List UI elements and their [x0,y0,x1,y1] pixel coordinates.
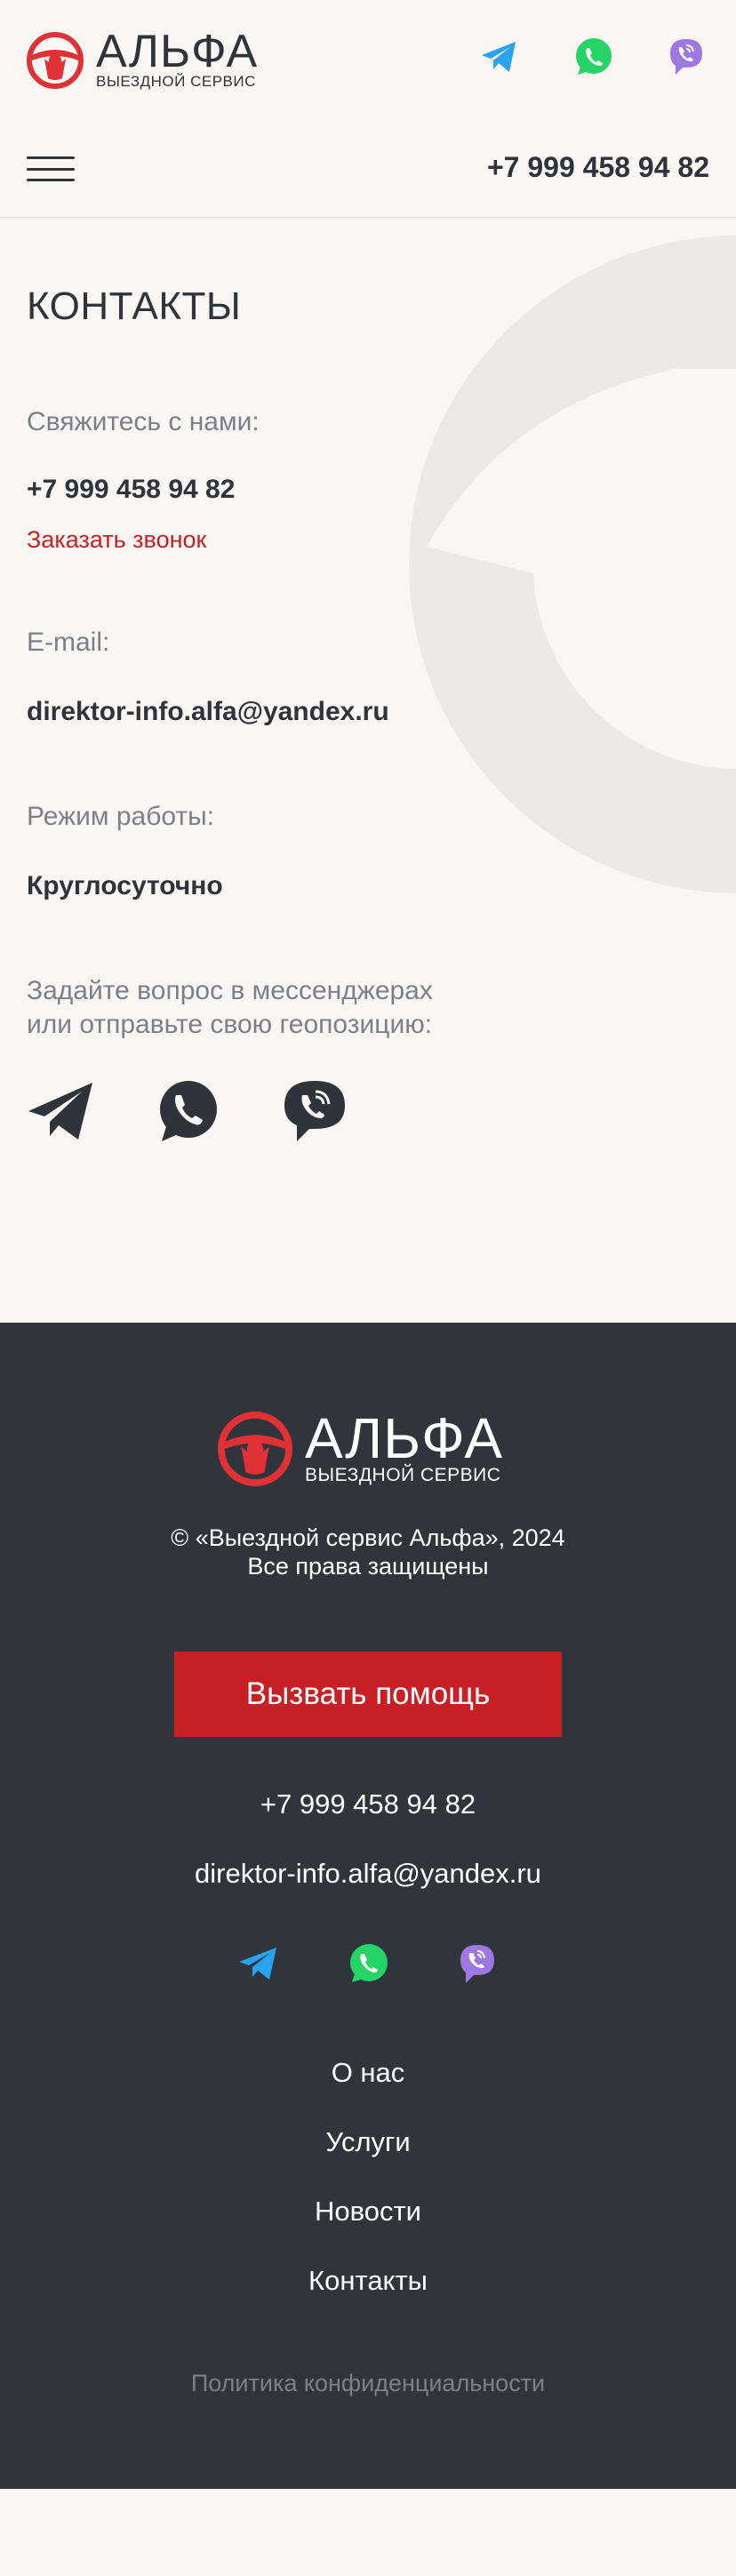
messenger-prompt-line-2: или отправьте свою геопозицию: [27,1010,433,1039]
page-title: КОНТАКТЫ [27,284,242,328]
footer-nav-contacts[interactable]: Контакты [0,2265,736,2297]
telegram-icon[interactable] [27,1077,94,1145]
whatsapp-icon[interactable] [347,1941,391,1986]
contact-email-link[interactable]: direktor-info.alfa@yandex.ru [27,697,389,727]
copyright-text: © «Выездной сервис Альфа», 2024 [171,1524,565,1551]
footer-brand-logo[interactable]: АЛЬФА ВЫЕЗДНОЙ СЕРВИС [218,1406,504,1486]
menu-toggle-icon[interactable] [27,156,75,181]
footer-phone-link[interactable]: +7 999 458 94 82 [0,1788,736,1820]
footer-brand-subtitle: ВЫЕЗДНОЙ СЕРВИС [305,1465,501,1485]
contact-phone-link[interactable]: +7 999 458 94 82 [27,475,235,505]
viber-icon[interactable] [455,1941,500,1986]
footer-nav-services[interactable]: Услуги [0,2126,736,2158]
viber-icon[interactable] [665,36,708,78]
contact-label: Свяжитесь с нами: [27,407,260,436]
privacy-policy-link[interactable]: Политика конфиденциальности [0,2370,736,2397]
footer-nav-news[interactable]: Новости [0,2196,736,2228]
copyright: © «Выездной сервис Альфа», 2024 Все прав… [0,1524,736,1580]
brand-subtitle: ВЫЕЗДНОЙ СЕРВИС [96,73,256,90]
call-help-button[interactable]: Вызвать помощь [174,1652,562,1737]
whatsapp-icon[interactable] [572,36,615,78]
viber-icon[interactable] [281,1077,348,1145]
hours-label: Режим работы: [27,802,215,831]
footer-email-link[interactable]: direktor-info.alfa@yandex.ru [0,1858,736,1890]
brand-title: АЛЬФА [96,26,259,77]
steering-wheel-icon [27,32,84,89]
site-header: АЛЬФА ВЫЕЗДНОЙ СЕРВИС +7 999 458 94 82 [0,0,736,218]
site-footer: АЛЬФА ВЫЕЗДНОЙ СЕРВИС © «Выездной сервис… [0,1323,736,2489]
whatsapp-icon[interactable] [155,1077,222,1145]
footer-brand-title: АЛЬФА [305,1406,504,1470]
footer-nav-about[interactable]: О нас [0,2057,736,2089]
order-call-link[interactable]: Заказать звонок [27,526,206,554]
messenger-prompt-line-1: Задайте вопрос в мессенджерах [27,976,433,1005]
wheel-watermark [409,236,736,893]
email-label: E-mail: [27,628,110,657]
messenger-prompt: Задайте вопрос в мессенджерах или отправ… [27,974,433,1042]
header-phone-link[interactable]: +7 999 458 94 82 [487,151,709,184]
brand-logo[interactable]: АЛЬФА ВЫЕЗДНОЙ СЕРВИС [27,28,258,92]
rights-text: Все права защищены [247,1553,489,1580]
working-hours: Круглосуточно [27,871,223,900]
steering-wheel-icon [218,1412,292,1486]
telegram-icon[interactable] [478,36,521,78]
telegram-icon[interactable] [236,1941,281,1986]
